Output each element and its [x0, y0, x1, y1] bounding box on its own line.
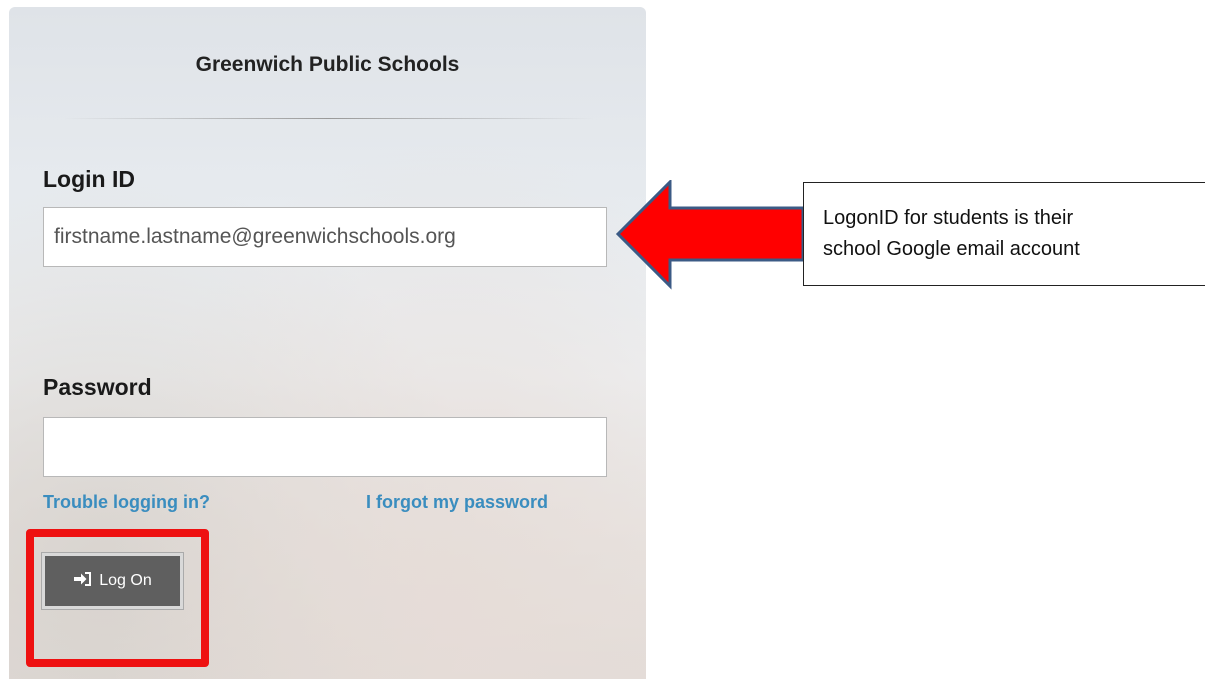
log-on-button[interactable]: Log On — [42, 553, 183, 609]
password-input[interactable] — [43, 417, 607, 477]
screenshot-canvas: Greenwich Public Schools Login ID Passwo… — [0, 0, 1205, 682]
log-on-button-label: Log On — [99, 572, 152, 589]
annotation-arrow — [615, 180, 805, 290]
login-id-label: Login ID — [43, 166, 135, 192]
annotation-line-1: LogonID for students is their — [823, 207, 1074, 229]
annotation-line-2: school Google email account — [823, 238, 1080, 260]
sign-in-icon — [73, 571, 93, 592]
login-id-input[interactable] — [43, 207, 607, 267]
forgot-password-link[interactable]: I forgot my password — [366, 492, 548, 513]
password-label: Password — [43, 374, 152, 400]
title-divider — [64, 118, 594, 119]
trouble-logging-in-link[interactable]: Trouble logging in? — [43, 492, 210, 513]
school-name: Greenwich Public Schools — [195, 53, 460, 76]
annotation-callout: LogonID for students is their school Goo… — [803, 182, 1205, 286]
